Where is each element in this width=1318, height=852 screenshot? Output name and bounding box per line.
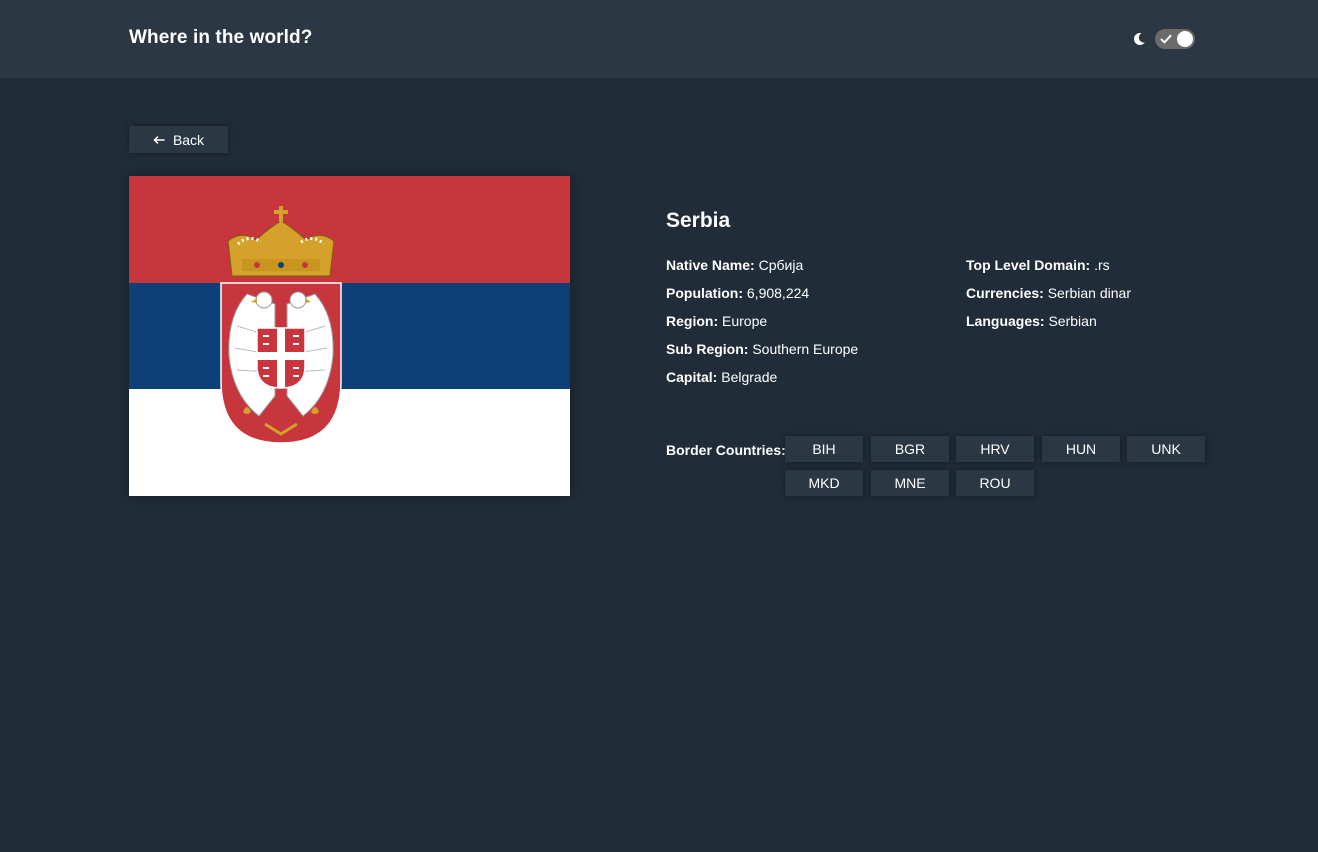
detail-capital: Capital: Belgrade bbox=[666, 369, 778, 385]
border-country-chip[interactable]: MKD bbox=[785, 470, 863, 496]
country-details-secondary: Top Level Domain: .rs Currencies: Serbia… bbox=[966, 258, 1131, 342]
detail-currencies: Currencies: Serbian dinar bbox=[966, 285, 1131, 301]
check-icon bbox=[1160, 34, 1172, 44]
theme-toggle[interactable] bbox=[1131, 28, 1195, 50]
border-country-chip[interactable]: HRV bbox=[956, 436, 1034, 462]
detail-sub-region: Sub Region: Southern Europe bbox=[666, 341, 859, 357]
border-country-chip[interactable]: ROU bbox=[956, 470, 1034, 496]
border-country-chip[interactable]: BGR bbox=[871, 436, 949, 462]
app-header: Where in the world? bbox=[0, 0, 1318, 78]
border-countries-label: Border Countries: bbox=[666, 442, 786, 458]
country-flag bbox=[129, 176, 570, 496]
moon-icon bbox=[1133, 32, 1145, 45]
detail-region: Region: Europe bbox=[666, 313, 768, 329]
detail-top-level-domain: Top Level Domain: .rs bbox=[966, 257, 1110, 273]
border-country-chip[interactable]: MNE bbox=[871, 470, 949, 496]
border-country-chip[interactable]: UNK bbox=[1127, 436, 1205, 462]
detail-population: Population: 6,908,224 bbox=[666, 285, 810, 301]
back-button[interactable]: Back bbox=[129, 126, 228, 153]
theme-switch[interactable] bbox=[1155, 29, 1195, 49]
border-country-chip[interactable]: BIH bbox=[785, 436, 863, 462]
border-country-chip[interactable]: HUN bbox=[1042, 436, 1120, 462]
detail-native-name: Native Name: Србија bbox=[666, 257, 804, 273]
app-title[interactable]: Where in the world? bbox=[129, 27, 312, 49]
arrow-left-icon bbox=[153, 135, 165, 144]
switch-knob bbox=[1177, 31, 1193, 47]
country-details-primary: Native Name: Србија Population: 6,908,22… bbox=[666, 258, 858, 398]
back-button-label: Back bbox=[172, 131, 205, 148]
coat-of-arms-icon bbox=[220, 206, 342, 444]
country-name: Serbia bbox=[666, 209, 731, 232]
detail-languages: Languages: Serbian bbox=[966, 313, 1097, 329]
